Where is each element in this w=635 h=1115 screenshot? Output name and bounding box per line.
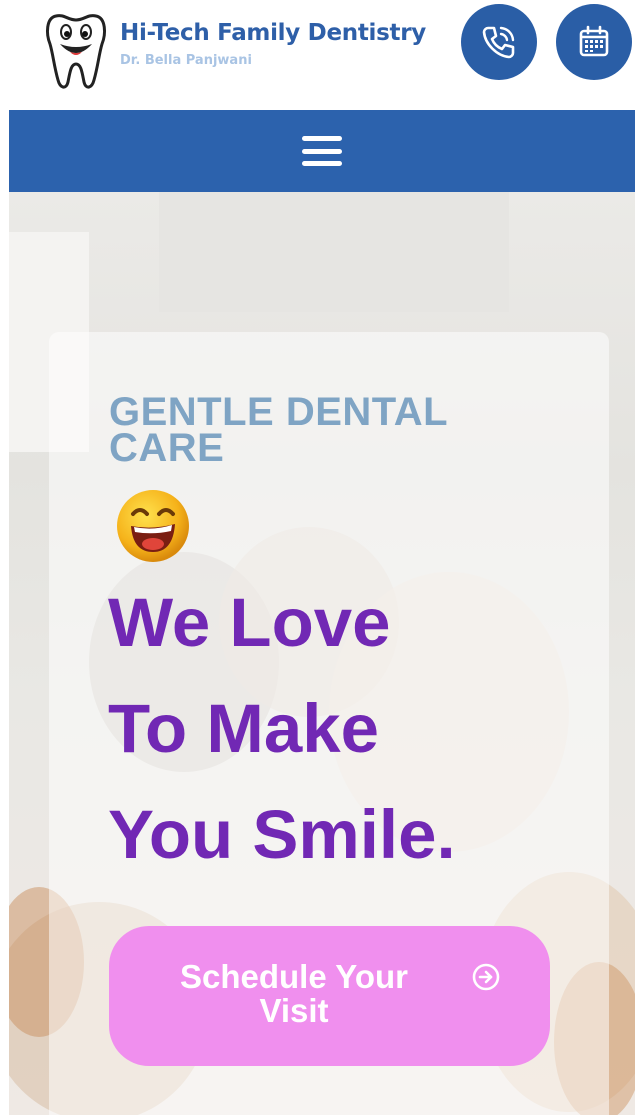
- headline-line: You Smile.: [108, 796, 456, 873]
- site-header: Hi-Tech Family Dentistry Dr. Bella Panjw…: [0, 0, 635, 110]
- hero-headline: We Love To Make You Smile.: [108, 570, 608, 888]
- hero-section: GENTLE DENTAL CARE We Love To Make You S…: [9, 192, 635, 1115]
- site-subtitle: Dr. Bella Panjwani: [120, 53, 252, 68]
- call-button[interactable]: [461, 4, 537, 80]
- main-nav: [9, 110, 635, 192]
- laughing-emoji-icon: [113, 486, 193, 566]
- calendar-icon: [579, 25, 609, 57]
- site-title: Hi-Tech Family Dentistry: [120, 20, 426, 46]
- arrow-right-circle-icon: [472, 963, 500, 991]
- schedule-visit-button[interactable]: Schedule Your Visit: [109, 926, 550, 1066]
- page: Hi-Tech Family Dentistry Dr. Bella Panjw…: [0, 0, 635, 1115]
- schedule-visit-label: Schedule Your Visit: [179, 958, 408, 1029]
- hamburger-menu-icon[interactable]: [302, 136, 342, 166]
- phone-icon: [482, 26, 515, 59]
- hero-eyebrow: GENTLE DENTAL CARE: [109, 390, 448, 470]
- brand[interactable]: Hi-Tech Family Dentistry Dr. Bella Panjw…: [120, 20, 426, 68]
- headline-line: We Love: [108, 584, 391, 661]
- tooth-icon[interactable]: [44, 10, 108, 92]
- appointment-button[interactable]: [556, 4, 632, 80]
- headline-line: To Make: [108, 690, 379, 767]
